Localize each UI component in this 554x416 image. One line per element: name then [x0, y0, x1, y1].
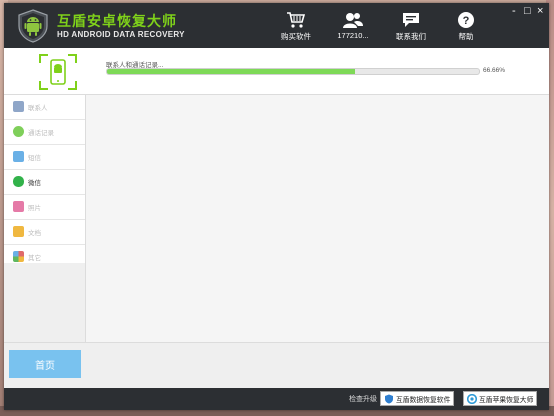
user-icon	[343, 13, 363, 28]
sidebar-item-label: 其它	[28, 255, 41, 262]
scan-progress-percent: 66.66%	[483, 67, 506, 74]
sidebar-item-contacts[interactable]: 联系人	[4, 95, 85, 120]
maximize-button[interactable]: □	[524, 5, 531, 17]
nav-buy-software[interactable]: 购买软件	[274, 11, 318, 42]
scan-progress-bar	[106, 68, 480, 75]
shield-android-logo-icon	[18, 9, 48, 43]
status-bar: 检查升级 互盾数据恢复软件 互盾苹果恢复大师	[4, 388, 549, 410]
svg-text:?: ?	[463, 15, 470, 27]
app-window: 互盾安卓恢复大师 HD ANDROID DATA RECOVERY 购买软件 1…	[4, 3, 549, 410]
phone-icon	[13, 126, 24, 137]
apple-recovery-button[interactable]: 互盾苹果恢复大师	[463, 391, 538, 406]
nav-help-label: 帮助	[458, 32, 474, 41]
sidebar-item-label: 微信	[28, 180, 41, 187]
sidebar-empty-area	[4, 263, 85, 342]
nav-help[interactable]: ? 帮助	[444, 11, 488, 42]
sidebar-item-documents[interactable]: 文档	[4, 220, 85, 245]
sidebar-item-call-log[interactable]: 通话记录	[4, 120, 85, 145]
nav-user-label: 177210...	[337, 31, 369, 40]
category-sidebar: 联系人 通话记录 短信 微信 照片 文档 其它	[4, 95, 86, 342]
data-recovery-software-button[interactable]: 互盾数据恢复软件	[380, 391, 455, 406]
phone-scan-icon	[39, 54, 77, 90]
scan-progress-panel: 联系人和通话记录... 66.66%	[4, 48, 549, 95]
data-recovery-software-label: 互盾数据恢复软件	[396, 396, 451, 404]
title-bar: 互盾安卓恢复大师 HD ANDROID DATA RECOVERY 购买软件 1…	[4, 3, 549, 48]
bottom-panel: 首页	[4, 342, 549, 389]
other-icon	[13, 251, 24, 262]
nav-buy-label: 购买软件	[281, 32, 311, 41]
recovery-circle-icon	[467, 394, 477, 404]
results-content-area	[86, 95, 549, 342]
photo-icon	[13, 201, 24, 212]
sms-icon	[13, 151, 24, 162]
app-title: 互盾安卓恢复大师	[57, 13, 177, 29]
sidebar-item-label: 文档	[28, 230, 41, 237]
help-icon: ?	[458, 12, 474, 28]
contacts-icon	[13, 101, 24, 112]
nav-contact-label: 联系我们	[396, 32, 426, 41]
chat-icon	[403, 13, 419, 27]
shield-icon	[385, 394, 393, 404]
nav-contact-us[interactable]: 联系我们	[389, 11, 433, 42]
sidebar-item-sms[interactable]: 短信	[4, 145, 85, 170]
sidebar-item-label: 短信	[28, 155, 41, 162]
sidebar-item-photos[interactable]: 照片	[4, 195, 85, 220]
app-subtitle: HD ANDROID DATA RECOVERY	[57, 30, 185, 39]
check-update-link[interactable]: 检查升级	[349, 394, 377, 404]
nav-user-account[interactable]: 177210...	[331, 11, 375, 40]
sidebar-item-wechat[interactable]: 微信	[4, 170, 85, 195]
document-icon	[13, 226, 24, 237]
minimize-button[interactable]: -	[512, 5, 516, 17]
home-button[interactable]: 首页	[9, 350, 81, 378]
apple-recovery-label: 互盾苹果恢复大师	[479, 396, 534, 404]
wechat-icon	[13, 176, 24, 187]
close-button[interactable]: ×	[537, 5, 543, 17]
sidebar-item-label: 通话记录	[28, 130, 54, 137]
sidebar-item-label: 联系人	[28, 105, 48, 112]
scan-progress-fill	[107, 69, 355, 74]
sidebar-item-label: 照片	[28, 205, 41, 212]
cart-icon	[287, 12, 306, 28]
